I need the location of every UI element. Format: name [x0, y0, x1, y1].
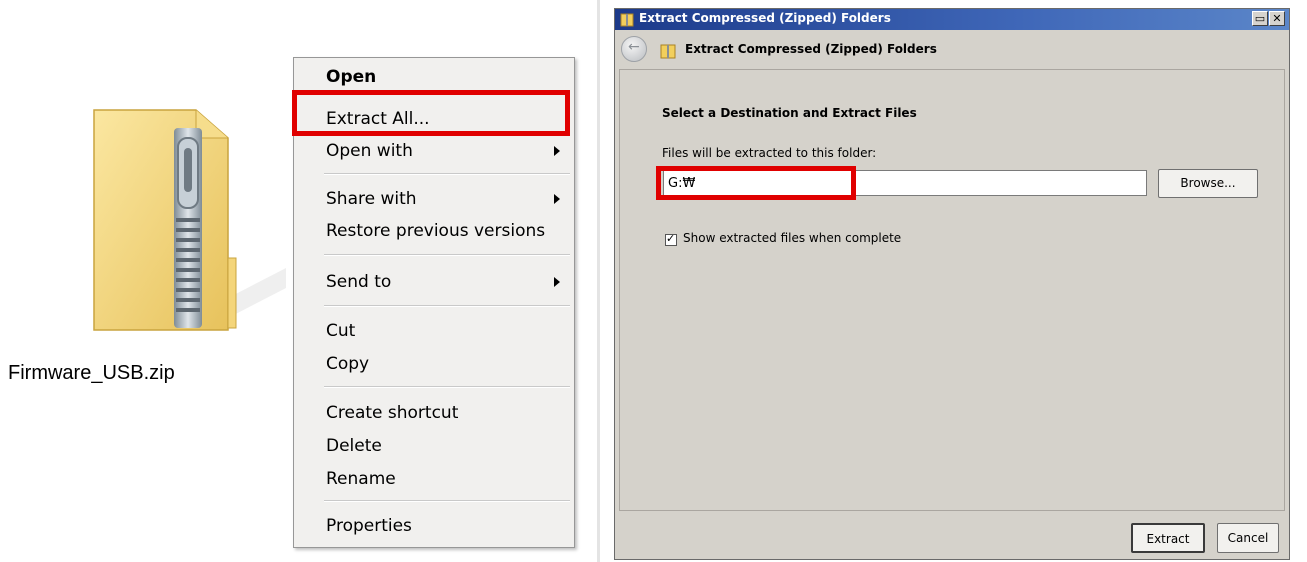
menu-item-copy[interactable]: Copy	[326, 353, 369, 375]
panel-divider	[597, 0, 600, 562]
menu-item-send-to[interactable]: Send to	[326, 271, 391, 293]
extract-button[interactable]: Extract	[1131, 523, 1205, 553]
extract-all-highlight-box	[292, 90, 570, 136]
context-menu: Open Extract All... Open with Share with…	[292, 57, 575, 548]
menu-separator	[324, 254, 570, 256]
folder-icon	[660, 44, 676, 59]
menu-item-share-with[interactable]: Share with	[326, 188, 417, 210]
restore-icon: ▭	[1254, 12, 1266, 25]
menu-separator	[324, 305, 570, 307]
submenu-arrow-icon	[554, 146, 560, 156]
dialog-titlebar[interactable]: Extract Compressed (Zipped) Folders ▭ ✕	[615, 9, 1289, 30]
destination-highlight-box	[656, 166, 856, 200]
menu-item-rename[interactable]: Rename	[326, 468, 396, 490]
browse-button[interactable]: Browse...	[1158, 169, 1258, 198]
submenu-arrow-icon	[554, 194, 560, 204]
section-heading: Select a Destination and Extract Files	[662, 106, 917, 120]
restore-button[interactable]: ▭	[1252, 11, 1268, 26]
close-button[interactable]: ✕	[1269, 11, 1285, 26]
menu-item-open-with[interactable]: Open with	[326, 140, 413, 162]
dialog-header: ← Extract Compressed (Zipped) Folders	[615, 30, 1289, 68]
menu-item-delete[interactable]: Delete	[326, 435, 382, 457]
submenu-arrow-icon	[554, 277, 560, 287]
menu-item-restore-previous-versions[interactable]: Restore previous versions	[326, 220, 545, 242]
show-files-label[interactable]: Show extracted files when complete	[683, 231, 901, 245]
menu-item-open[interactable]: Open	[326, 66, 376, 88]
checkmark-icon: ✓	[666, 232, 676, 245]
dialog-window-title: Extract Compressed (Zipped) Folders	[639, 11, 891, 25]
back-button[interactable]: ←	[621, 36, 647, 62]
zip-folder-icon	[620, 13, 634, 27]
close-icon: ✕	[1272, 12, 1282, 25]
menu-item-properties[interactable]: Properties	[326, 515, 412, 537]
dialog-content-area: Select a Destination and Extract Files F…	[619, 69, 1285, 511]
menu-separator	[324, 386, 570, 388]
destination-label: Files will be extracted to this folder:	[662, 146, 877, 160]
zip-folder-icon[interactable]	[78, 98, 288, 348]
extract-dialog: Extract Compressed (Zipped) Folders ▭ ✕ …	[614, 8, 1290, 560]
menu-item-cut[interactable]: Cut	[326, 320, 355, 342]
menu-separator	[324, 173, 570, 175]
back-arrow-icon: ←	[628, 39, 640, 55]
cancel-button[interactable]: Cancel	[1217, 523, 1279, 553]
dialog-header-title: Extract Compressed (Zipped) Folders	[685, 42, 937, 56]
show-files-checkbox[interactable]: ✓	[665, 232, 677, 246]
menu-item-create-shortcut[interactable]: Create shortcut	[326, 402, 458, 424]
file-name-label[interactable]: Firmware_USB.zip	[8, 362, 175, 385]
menu-separator	[324, 500, 570, 502]
